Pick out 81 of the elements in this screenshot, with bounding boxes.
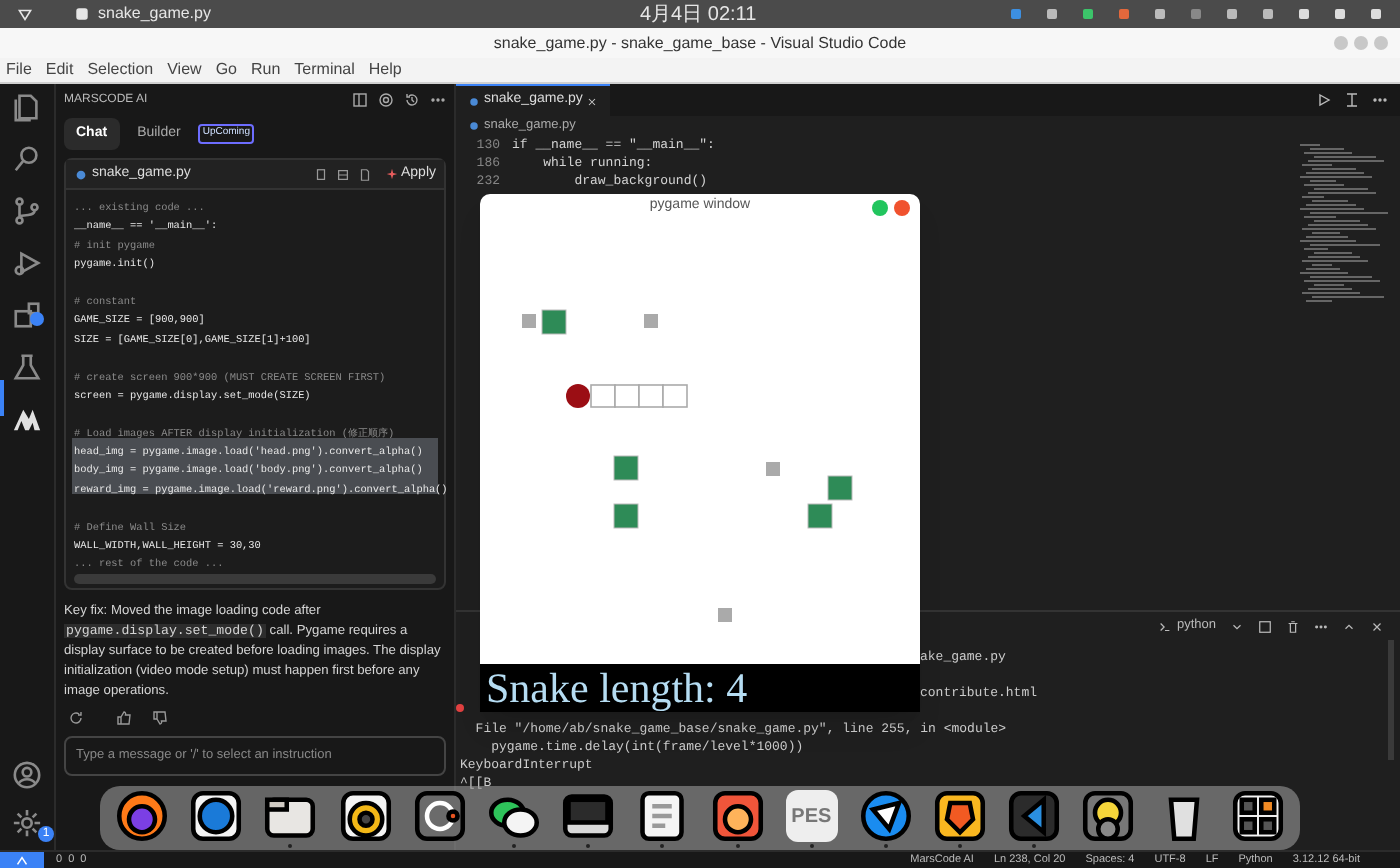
more-icon[interactable] — [430, 92, 446, 108]
thumbs-down-icon[interactable] — [152, 709, 168, 726]
terminal-icon — [1158, 619, 1173, 633]
menu-item[interactable]: Go — [215, 58, 237, 82]
app-icon[interactable] — [339, 790, 392, 842]
score-text: Snake length: 4 — [486, 666, 748, 710]
sparkle-icon — [386, 168, 399, 180]
settings-icon[interactable] — [378, 92, 394, 108]
trash-icon[interactable] — [1286, 619, 1300, 633]
tray-icon[interactable] — [1224, 6, 1240, 22]
clock[interactable]: 4月4日 02:11 — [640, 0, 757, 29]
menu-item[interactable]: File — [6, 58, 32, 82]
run-debug-icon[interactable] — [12, 248, 42, 278]
app-icon[interactable] — [1231, 790, 1284, 842]
tray-icon[interactable] — [1080, 6, 1096, 22]
menu-item[interactable]: Run — [250, 58, 281, 82]
tray-icon[interactable] — [1116, 6, 1132, 22]
food-tile — [807, 503, 833, 529]
food-tile — [613, 455, 639, 481]
app-icon[interactable] — [1008, 790, 1061, 842]
food-tile — [827, 475, 853, 501]
split-icon[interactable] — [1258, 619, 1272, 633]
app-icon[interactable] — [413, 790, 466, 842]
chevron-up-icon[interactable] — [1342, 619, 1356, 633]
history-icon[interactable] — [404, 92, 420, 108]
tray-icon[interactable] — [1296, 6, 1312, 22]
file-icon — [468, 120, 480, 132]
tray-icon[interactable] — [1332, 6, 1348, 22]
file-icon — [468, 95, 480, 107]
app-icon — [74, 6, 90, 22]
close-icon[interactable] — [1370, 619, 1384, 633]
tray-icon[interactable] — [1044, 6, 1060, 22]
file-icon — [74, 167, 88, 181]
close-button[interactable] — [894, 199, 910, 215]
run-icon[interactable] — [1316, 92, 1332, 108]
new-file-icon[interactable] — [358, 167, 373, 181]
active-indicator — [0, 380, 4, 416]
flask-icon[interactable] — [12, 352, 42, 382]
menu-item[interactable]: Terminal — [294, 58, 355, 82]
menu-item[interactable]: View — [167, 58, 202, 82]
wall-block — [644, 314, 658, 328]
files-icon[interactable] — [12, 92, 42, 122]
window-title: snake_game.py - snake_game_base - Visual Studio Code — [493, 31, 907, 55]
wall-block — [718, 608, 732, 622]
tray-icon[interactable] — [1368, 6, 1384, 22]
tray-icon[interactable] — [1008, 6, 1024, 22]
app-icon[interactable] — [711, 790, 763, 842]
settings-icon[interactable] — [12, 808, 42, 838]
insert-icon[interactable] — [336, 167, 351, 181]
app-icon[interactable] — [636, 790, 689, 842]
copy-icon[interactable] — [314, 167, 329, 181]
more-icon[interactable] — [1372, 92, 1388, 108]
wall-block — [522, 314, 536, 328]
food-tile — [613, 503, 639, 529]
remote-icon[interactable] — [0, 851, 44, 868]
menu-item[interactable]: Help — [368, 58, 402, 82]
refresh-icon[interactable] — [68, 709, 84, 726]
food-tile — [541, 309, 567, 335]
branch-icon[interactable] — [12, 196, 42, 226]
app-name[interactable]: snake_game.py — [98, 2, 211, 26]
tray-icon[interactable] — [1260, 6, 1276, 22]
app-icon[interactable] — [562, 790, 615, 842]
thumbs-up-icon[interactable] — [116, 709, 132, 726]
extensions-icon[interactable] — [12, 300, 42, 330]
app-icon[interactable] — [934, 790, 987, 842]
menu-item[interactable]: Selection — [87, 58, 154, 82]
search-icon[interactable] — [12, 144, 42, 174]
app-icon[interactable] — [190, 790, 243, 842]
chevron-down-icon[interactable] — [1230, 619, 1244, 633]
activities-icon[interactable] — [16, 5, 34, 23]
split-editor-icon[interactable] — [1344, 92, 1360, 108]
panel-layout-icon[interactable] — [352, 92, 368, 108]
close-icon[interactable] — [586, 95, 599, 107]
app-icon[interactable]: PES — [785, 790, 838, 842]
account-icon[interactable] — [12, 760, 42, 790]
wall-block — [766, 462, 780, 476]
snake-drawing — [566, 384, 688, 408]
tray-icon[interactable] — [1152, 6, 1168, 22]
menu-item[interactable]: Edit — [45, 58, 74, 82]
marscode-icon[interactable] — [12, 404, 42, 434]
app-icon[interactable] — [1082, 790, 1135, 842]
